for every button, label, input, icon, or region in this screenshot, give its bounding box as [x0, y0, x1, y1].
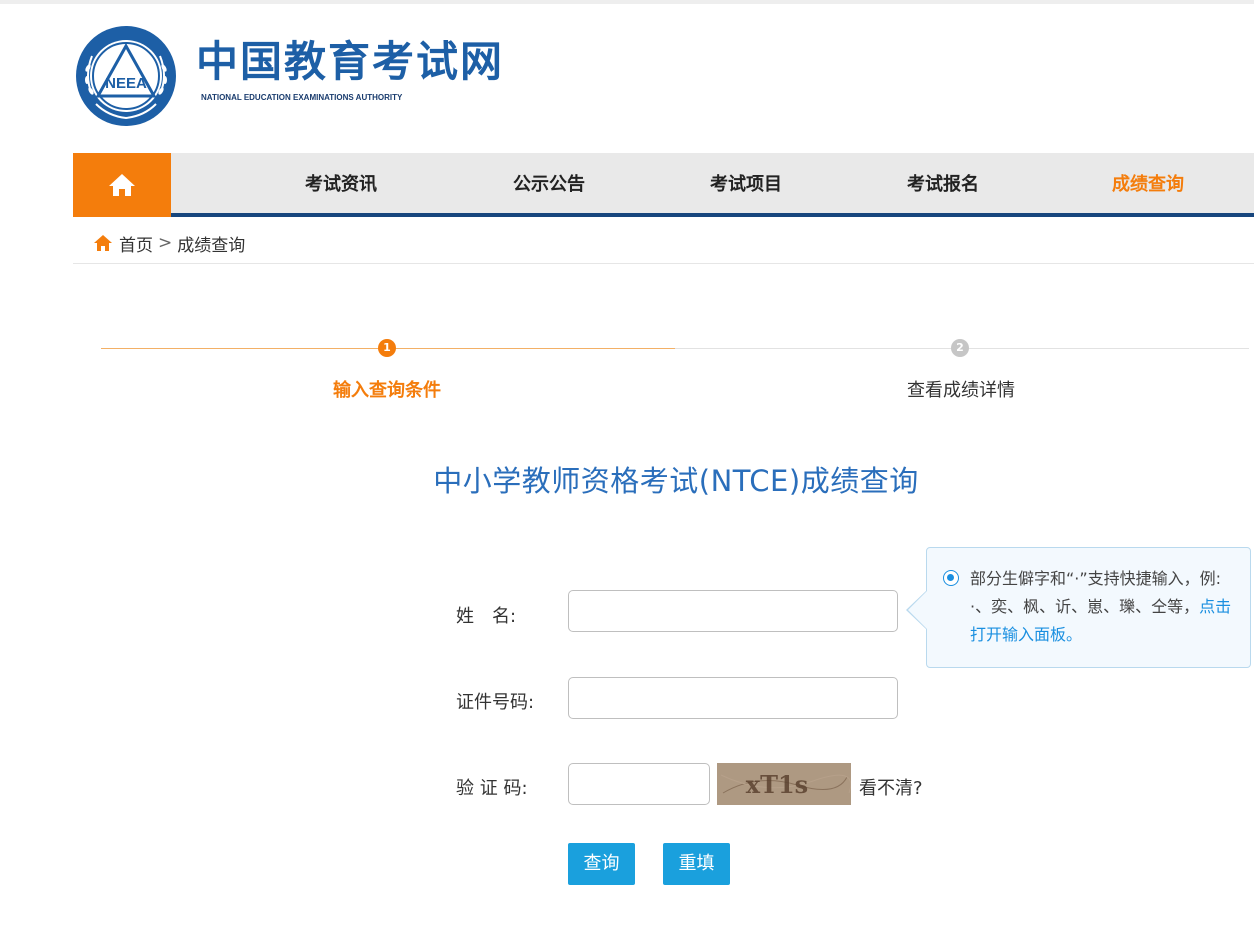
name-input[interactable]	[569, 591, 897, 631]
nav-item-exam-registration[interactable]: 考试报名	[873, 153, 1013, 217]
home-icon	[109, 174, 135, 196]
nav-home-button[interactable]	[73, 153, 171, 217]
breadcrumb-separator: >	[158, 233, 173, 253]
page-title: 中小学教师资格考试(NTCE)成绩查询	[433, 464, 919, 498]
step-1-label: 输入查询条件	[333, 380, 441, 401]
nav-item-announcements[interactable]: 公示公告	[479, 153, 619, 217]
name-field-wrapper	[568, 590, 898, 632]
captcha-refresh-link[interactable]: 看不清?	[859, 774, 923, 800]
tooltip-message: 部分生僻字和“·”支持快捷输入，例: ·、奕、枫、䜣、崽、瓅、仝等，	[970, 569, 1222, 616]
logo-acronym: NEEA	[105, 75, 147, 92]
nav-item-score-query[interactable]: 成绩查询	[1078, 153, 1218, 217]
site-name-cn: 中国教育考试网	[196, 37, 505, 86]
tooltip-arrow-fill	[908, 591, 927, 629]
captcha-label: 验 证 码:	[456, 778, 528, 799]
nav-item-exam-news[interactable]: 考试资讯	[271, 153, 411, 217]
main-nav: 考试资讯 公示公告 考试项目 考试报名 成绩查询	[73, 153, 1254, 217]
name-label: 姓 名:	[456, 606, 517, 627]
captcha-input[interactable]	[569, 764, 709, 804]
id-number-label: 证件号码:	[456, 692, 535, 713]
site-name-en: NATIONAL EDUCATION EXAMINATIONS AUTHORIT…	[201, 93, 403, 102]
captcha-field-wrapper	[568, 763, 710, 805]
neea-logo-emblem: NEEA	[76, 26, 176, 126]
step-1-marker: 1	[378, 339, 396, 357]
radio-dot-icon	[943, 570, 959, 586]
breadcrumb-home-link[interactable]: 首页	[119, 231, 153, 256]
nav-item-exam-projects[interactable]: 考试项目	[676, 153, 816, 217]
step-2-marker: 2	[951, 339, 969, 357]
id-number-input[interactable]	[569, 678, 897, 718]
id-number-field-wrapper	[568, 677, 898, 719]
top-strip	[0, 0, 1254, 4]
breadcrumb-home-icon	[94, 235, 112, 251]
step-2-label: 查看成绩详情	[907, 380, 1015, 401]
reset-button[interactable]: 重填	[663, 843, 730, 885]
breadcrumb: 首页 > 成绩查询	[93, 230, 245, 256]
breadcrumb-divider	[73, 263, 1254, 264]
submit-query-button[interactable]: 查询	[568, 843, 635, 885]
tooltip-text: 部分生僻字和“·”支持快捷输入，例: ·、奕、枫、䜣、崽、瓅、仝等，点击打开输入…	[970, 565, 1232, 649]
breadcrumb-current: 成绩查询	[177, 235, 246, 256]
captcha-text: xT1s	[746, 770, 808, 799]
captcha-image[interactable]: xT1s	[717, 763, 851, 805]
